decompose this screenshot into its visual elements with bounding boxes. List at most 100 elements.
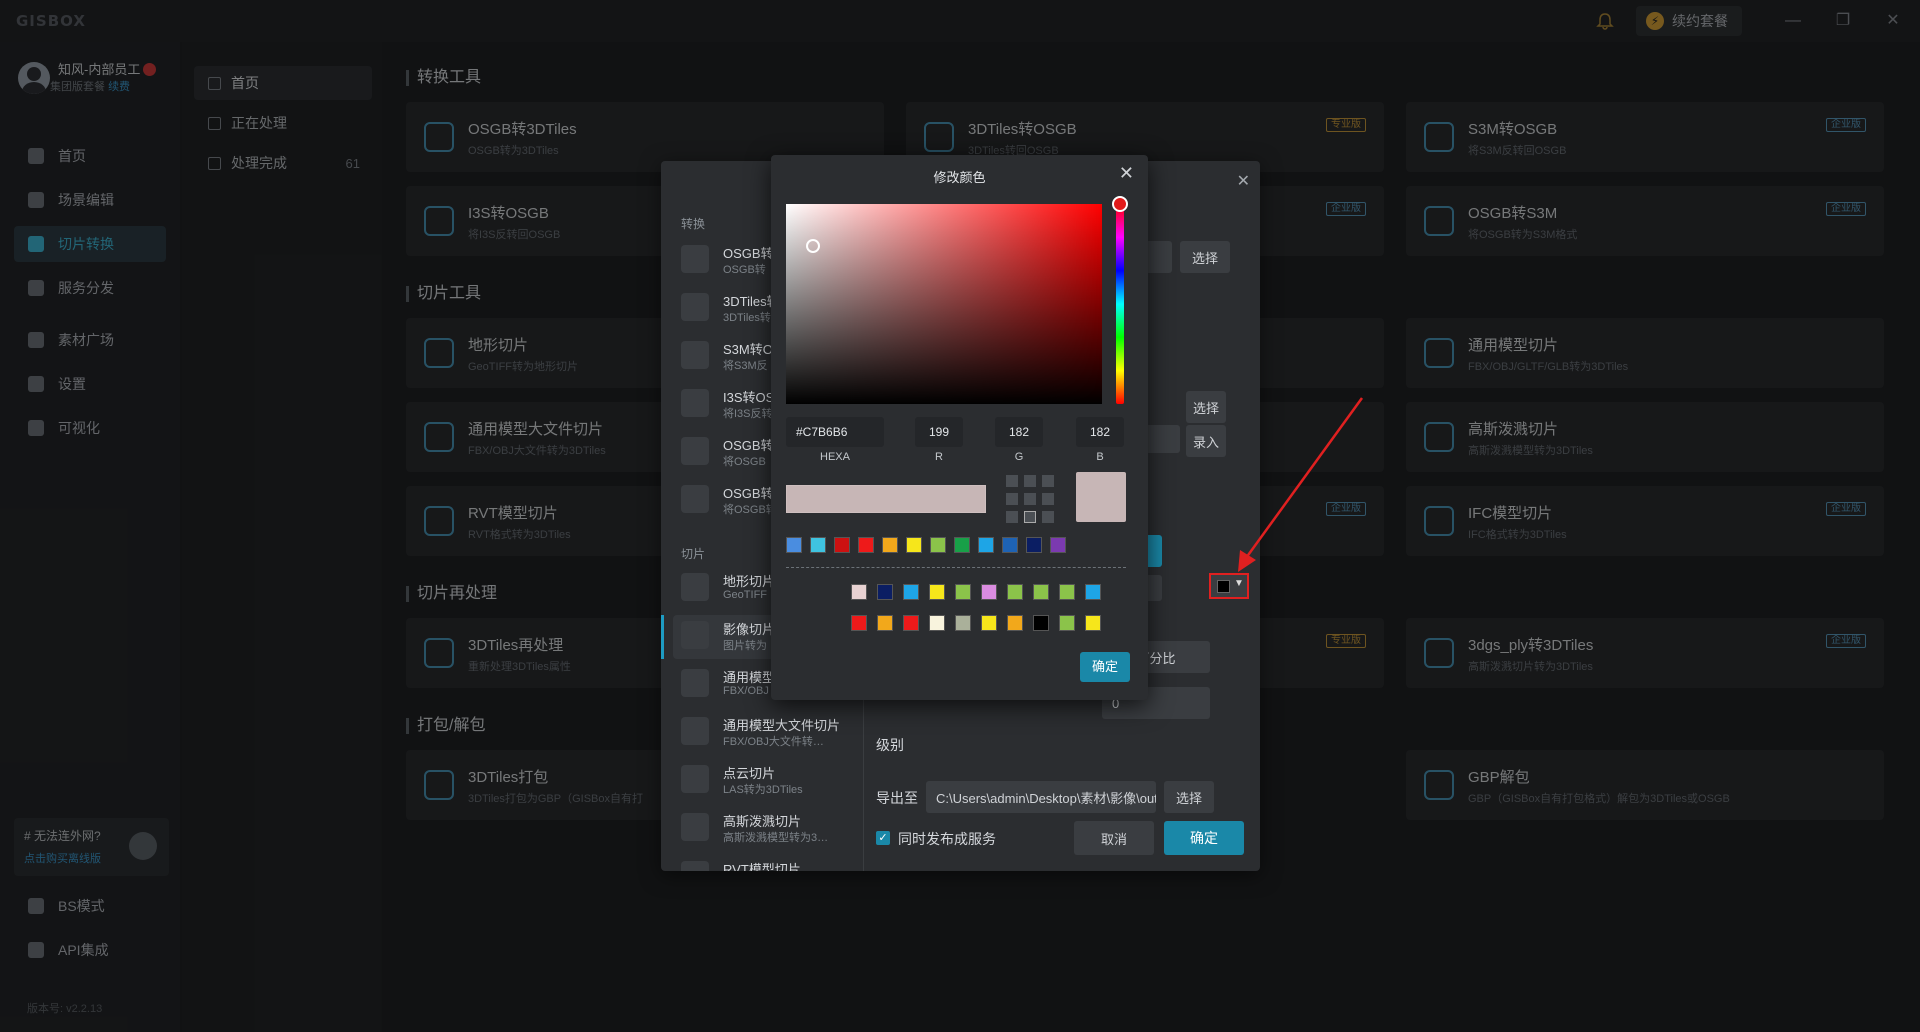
hue-handle[interactable] bbox=[1112, 196, 1128, 212]
enter-button[interactable]: 录入 bbox=[1186, 425, 1226, 457]
tool-sub: FBX/OBJ bbox=[723, 685, 769, 697]
tool-sub: OSGB转 bbox=[723, 264, 766, 276]
palette-swatch[interactable] bbox=[882, 537, 898, 553]
convert-icon bbox=[681, 389, 709, 417]
g-label: G bbox=[1014, 451, 1024, 463]
hue-slider[interactable] bbox=[1116, 204, 1124, 404]
tool-title: 通用模型 bbox=[723, 670, 776, 685]
recent-swatch[interactable] bbox=[1033, 615, 1049, 631]
tool-sub: 高斯泼溅模型转为3… bbox=[723, 832, 829, 844]
palette-swatch[interactable] bbox=[1002, 537, 1018, 553]
palette-swatch[interactable] bbox=[786, 537, 802, 553]
r-label: R bbox=[935, 451, 943, 463]
image-tile-icon bbox=[681, 621, 709, 649]
export-path-field[interactable]: C:\Users\admin\Desktop\素材\影像\out… bbox=[926, 781, 1156, 813]
tool-title: 影像切片 bbox=[723, 622, 776, 637]
saturation-value-area[interactable] bbox=[786, 204, 1102, 404]
tool-sub: 将I3S反转 bbox=[723, 408, 773, 420]
publish-label: 同时发布成服务 bbox=[898, 831, 996, 847]
r-input[interactable]: 199 bbox=[915, 417, 963, 447]
tool-sub: GeoTIFF bbox=[723, 589, 768, 601]
recent-swatch[interactable] bbox=[851, 615, 867, 631]
select-button-2[interactable]: 选择 bbox=[1186, 391, 1226, 423]
tool-title: OSGB转 bbox=[723, 438, 774, 453]
recent-swatch[interactable] bbox=[851, 584, 867, 600]
g-input[interactable]: 182 bbox=[995, 417, 1043, 447]
close-icon[interactable]: ✕ bbox=[1119, 163, 1134, 184]
palette-swatch[interactable] bbox=[978, 537, 994, 553]
tool-title: OSGB转 bbox=[723, 486, 774, 501]
cube-icon bbox=[681, 717, 709, 745]
selected-indicator bbox=[661, 615, 664, 659]
b-input[interactable]: 182 bbox=[1076, 417, 1124, 447]
convert-icon bbox=[681, 341, 709, 369]
recent-swatch[interactable] bbox=[1085, 615, 1101, 631]
tool-title: I3S转OS bbox=[723, 390, 775, 405]
annotation-arrow bbox=[1238, 397, 1364, 572]
group-convert-label: 转换 bbox=[681, 217, 706, 231]
gaussian-icon bbox=[681, 813, 709, 841]
tool-title: OSGB转 bbox=[723, 246, 774, 261]
publish-checkbox[interactable]: ✓ bbox=[876, 831, 890, 845]
palette-swatch[interactable] bbox=[930, 537, 946, 553]
preset-palette bbox=[786, 537, 1066, 553]
hexa-label: HEXA bbox=[820, 451, 850, 463]
recent-swatch[interactable] bbox=[1059, 584, 1075, 600]
recent-swatch[interactable] bbox=[877, 615, 893, 631]
cube-icon bbox=[681, 861, 709, 871]
recent-swatch[interactable] bbox=[981, 615, 997, 631]
convert-icon bbox=[681, 245, 709, 273]
tool-sub: 将OSGB转 bbox=[723, 504, 777, 516]
alpha-slider[interactable] bbox=[786, 485, 986, 513]
recent-swatch[interactable] bbox=[981, 584, 997, 600]
palette-swatch[interactable] bbox=[906, 537, 922, 553]
palette-swatch[interactable] bbox=[1050, 537, 1066, 553]
b-label: B bbox=[1096, 451, 1104, 463]
picker-title: 修改颜色 bbox=[933, 170, 986, 185]
tool-sub: LAS转为3DTiles bbox=[723, 784, 803, 796]
color-swatch bbox=[1217, 580, 1230, 593]
palette-swatch[interactable] bbox=[858, 537, 874, 553]
recent-swatch[interactable] bbox=[1007, 615, 1023, 631]
group-tile-label: 切片 bbox=[681, 547, 706, 561]
recent-swatch[interactable] bbox=[929, 584, 945, 600]
recent-colors-row-2 bbox=[851, 615, 1101, 631]
palette-swatch[interactable] bbox=[954, 537, 970, 553]
select-input-button[interactable]: 选择 bbox=[1180, 241, 1230, 273]
recent-swatch[interactable] bbox=[955, 584, 971, 600]
grid-icon[interactable] bbox=[1006, 475, 1056, 525]
palette-swatch[interactable] bbox=[810, 537, 826, 553]
recent-swatch[interactable] bbox=[877, 584, 893, 600]
cube-icon bbox=[681, 669, 709, 697]
tool-item[interactable]: 通用模型大文件切片 FBX/OBJ大文件转… bbox=[681, 711, 851, 755]
palette-divider bbox=[786, 567, 1126, 568]
tool-title: RVT模型切片 bbox=[723, 862, 801, 871]
recent-swatch[interactable] bbox=[955, 615, 971, 631]
export-label: 导出至 bbox=[876, 790, 918, 806]
palette-swatch[interactable] bbox=[1026, 537, 1042, 553]
tool-item[interactable]: 点云切片 LAS转为3DTiles bbox=[681, 759, 851, 803]
recent-swatch[interactable] bbox=[929, 615, 945, 631]
recent-swatch[interactable] bbox=[903, 584, 919, 600]
recent-swatch[interactable] bbox=[1033, 584, 1049, 600]
hex-input[interactable]: #C7B6B6 bbox=[786, 417, 884, 447]
color-preview bbox=[1076, 472, 1126, 522]
tool-title: 点云切片 bbox=[723, 766, 776, 781]
tool-sub: 将S3M反 bbox=[723, 360, 768, 372]
palette-swatch[interactable] bbox=[834, 537, 850, 553]
confirm-button[interactable]: 确定 bbox=[1164, 821, 1244, 855]
cancel-button[interactable]: 取消 bbox=[1074, 821, 1154, 855]
tool-item[interactable]: 高斯泼溅切片 高斯泼溅模型转为3… bbox=[681, 807, 851, 851]
tool-sub: 将OSGB bbox=[723, 456, 766, 468]
recent-swatch[interactable] bbox=[1059, 615, 1075, 631]
recent-colors-row-1 bbox=[851, 584, 1101, 600]
sv-handle[interactable] bbox=[806, 239, 820, 253]
export-select-button[interactable]: 选择 bbox=[1164, 781, 1214, 813]
recent-swatch[interactable] bbox=[903, 615, 919, 631]
tool-title: 地形切片 bbox=[723, 574, 776, 589]
recent-swatch[interactable] bbox=[1085, 584, 1101, 600]
tool-item[interactable]: RVT模型切片 bbox=[681, 855, 851, 871]
recent-swatch[interactable] bbox=[1007, 584, 1023, 600]
pointcloud-icon bbox=[681, 765, 709, 793]
picker-ok-button[interactable]: 确定 bbox=[1080, 652, 1130, 682]
